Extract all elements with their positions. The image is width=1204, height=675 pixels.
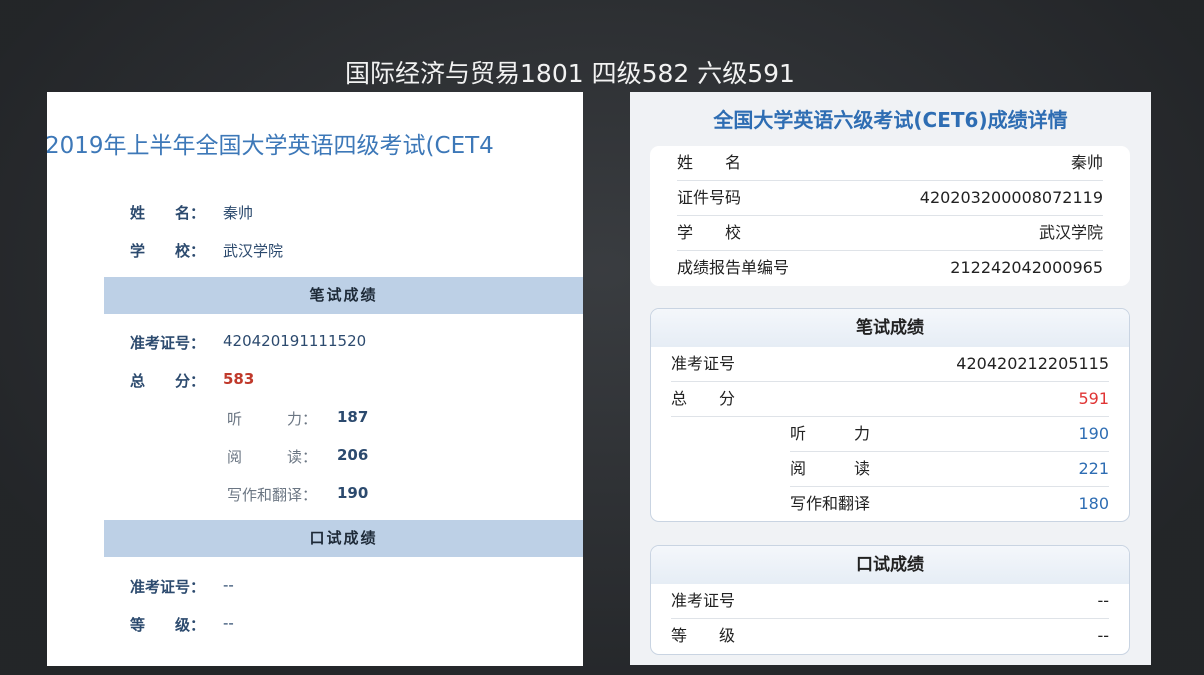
total-score: 591: [1078, 389, 1109, 408]
reading-row: 阅 读 221: [790, 452, 1109, 487]
cet4-written-header: 笔试成绩: [104, 277, 583, 314]
ticket-value: 420420191111520: [223, 332, 367, 350]
written-total-row: 总 分 591: [671, 382, 1109, 417]
cet6-written-card: 笔试成绩 准考证号 420420212205115 总 分 591 听 力 19…: [650, 308, 1130, 522]
written-ticket-row: 准考证号 420420212205115: [671, 347, 1109, 382]
info-row-school: 学 校 武汉学院: [677, 216, 1103, 251]
listening-score: 190: [1078, 424, 1109, 443]
info-label: 证件号码: [677, 188, 742, 207]
cet6-oral-card: 口试成绩 准考证号 -- 等 级 --: [650, 545, 1130, 655]
ticket-label: 准考证号: [671, 354, 736, 373]
oral-ticket-label: 准考证号: [671, 591, 736, 610]
info-row-report: 成绩报告单编号 212242042000965: [677, 251, 1103, 285]
info-label: 成绩报告单编号: [677, 258, 790, 277]
info-value: 武汉学院: [1038, 223, 1103, 242]
listening-label: 听 力: [790, 424, 871, 443]
cet6-info-card: 姓 名 秦帅 证件号码 420203200008072119 学 校 武汉学院 …: [650, 146, 1130, 286]
writing-label: 写作和翻译：: [227, 486, 318, 504]
info-value: 212242042000965: [950, 258, 1103, 277]
writing-label: 写作和翻译: [790, 494, 871, 513]
reading-score: 206: [337, 446, 369, 464]
info-label: 学 校: [677, 223, 742, 242]
writing-score: 190: [337, 484, 369, 502]
ticket-value: 420420212205115: [956, 354, 1109, 373]
grade-label: 等 级：: [130, 616, 206, 634]
grade-value: --: [1097, 626, 1109, 645]
oral-ticket-label: 准考证号：: [130, 578, 206, 596]
ticket-label: 准考证号：: [130, 334, 206, 352]
total-score: 583: [223, 370, 255, 388]
reading-score: 221: [1078, 459, 1109, 478]
name-value: 秦帅: [223, 204, 254, 222]
school-label: 学 校：: [130, 242, 206, 260]
grade-value: --: [223, 614, 234, 632]
writing-row: 写作和翻译 180: [790, 487, 1109, 521]
info-value: 420203200008072119: [919, 188, 1103, 207]
reading-label: 阅 读：: [227, 448, 318, 466]
oral-ticket-value: --: [223, 576, 234, 594]
oral-grade-row: 等 级 --: [671, 619, 1109, 653]
oral-ticket-value: --: [1097, 591, 1109, 610]
writing-score: 180: [1078, 494, 1109, 513]
info-label: 姓 名: [677, 153, 742, 172]
grade-label: 等 级: [671, 626, 736, 645]
written-header: 笔试成绩: [651, 309, 1129, 347]
oral-header: 口试成绩: [651, 546, 1129, 584]
reading-label: 阅 读: [790, 459, 871, 478]
oral-ticket-row: 准考证号 --: [671, 584, 1109, 619]
name-label: 姓 名：: [130, 204, 206, 222]
school-value: 武汉学院: [223, 242, 284, 260]
total-label: 总 分：: [130, 372, 206, 390]
info-row-name: 姓 名 秦帅: [677, 146, 1103, 181]
info-value: 秦帅: [1070, 153, 1103, 172]
total-label: 总 分: [671, 389, 736, 408]
listening-row: 听 力 190: [790, 417, 1109, 452]
cet4-score-panel: 2019年上半年全国大学英语四级考试(CET4 姓 名： 秦帅 学 校： 武汉学…: [47, 92, 583, 666]
listening-score: 187: [337, 408, 369, 426]
cet6-score-panel: 全国大学英语六级考试(CET6)成绩详情 姓 名 秦帅 证件号码 4202032…: [630, 92, 1151, 665]
info-row-id: 证件号码 420203200008072119: [677, 181, 1103, 216]
cet4-oral-header: 口试成绩: [104, 520, 583, 557]
cet6-title: 全国大学英语六级考试(CET6)成绩详情: [713, 108, 1068, 132]
slide-title: 国际经济与贸易1801 四级582 六级591: [345, 59, 795, 88]
cet4-title: 2019年上半年全国大学英语四级考试(CET4: [47, 133, 494, 159]
listening-label: 听 力：: [227, 410, 318, 428]
